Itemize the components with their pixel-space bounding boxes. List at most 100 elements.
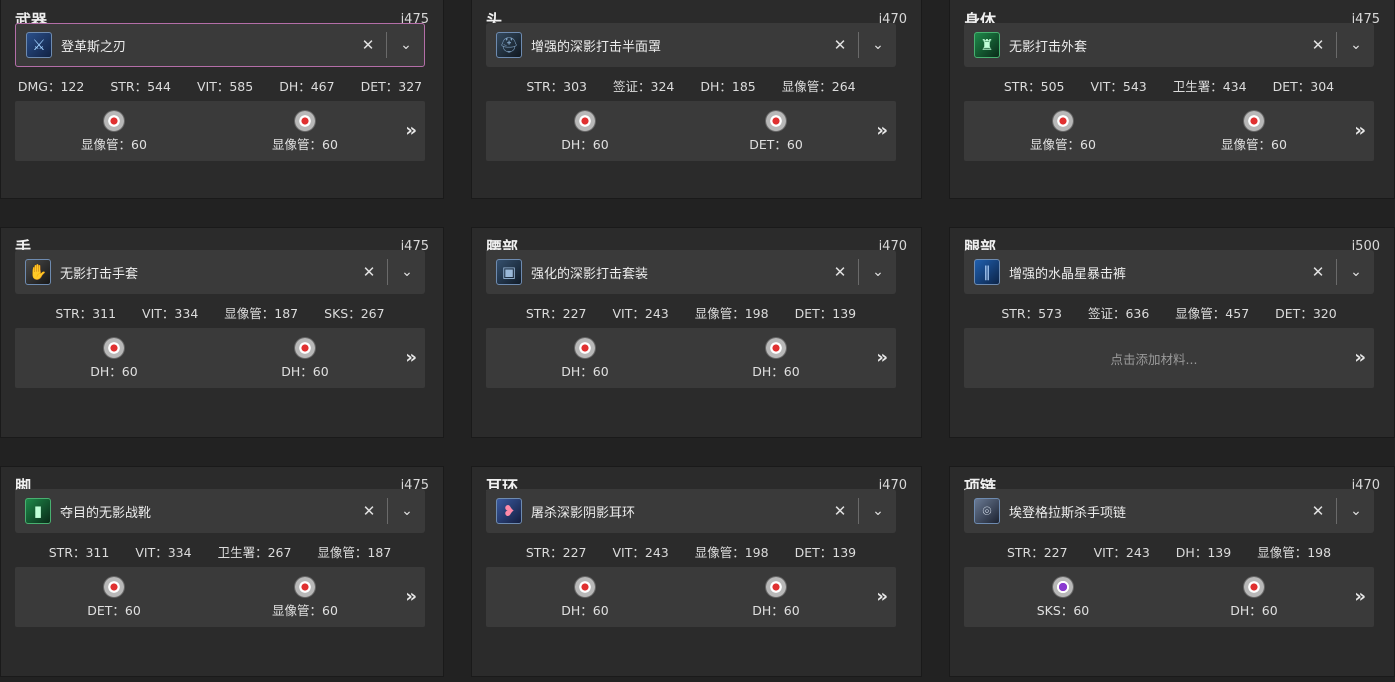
materia-red-icon	[575, 338, 595, 358]
stat-value: SKS：267	[324, 306, 385, 321]
selector-divider	[858, 498, 859, 524]
chevron-down-icon[interactable]: ⌄	[863, 37, 893, 53]
clear-item-button[interactable]: ✕	[826, 502, 854, 520]
materia-panel[interactable]: SKS：60 DH：60 »	[964, 567, 1374, 627]
materia-label: SKS：60	[1036, 603, 1090, 618]
item-name[interactable]: 屠杀深影阴影耳环	[531, 502, 826, 521]
item-stats: STR：505 VIT：543 卫生署：434 DET：304	[964, 76, 1374, 96]
clear-item-button[interactable]: ✕	[826, 263, 854, 281]
item-selector[interactable]: ♜ 无影打击外套 ✕ ⌄	[964, 23, 1374, 67]
materia-slot[interactable]: 显像管：60	[1204, 111, 1304, 153]
item-selector[interactable]: ❥ 屠杀深影阴影耳环 ✕ ⌄	[486, 489, 896, 533]
materia-slot[interactable]: DH：60	[535, 577, 635, 619]
clear-item-button[interactable]: ✕	[1304, 36, 1332, 54]
materia-slot[interactable]: 显像管：60	[255, 577, 355, 619]
materia-panel[interactable]: 显像管：60 显像管：60 »	[964, 101, 1374, 161]
materia-red-icon	[1053, 111, 1073, 131]
helmet-icon: ⛑	[496, 32, 522, 58]
item-name[interactable]: 埃登格拉斯杀手项链	[1009, 502, 1304, 521]
item-selector[interactable]: ⚔ 登革斯之刃 ✕ ⌄	[15, 23, 425, 67]
stat-value: VIT：334	[135, 545, 192, 560]
selector-divider	[1336, 259, 1337, 285]
materia-label: DH：60	[561, 364, 609, 379]
item-selector[interactable]: ∥ 增强的水晶星暴击裤 ✕ ⌄	[964, 250, 1374, 294]
expand-materia-icon[interactable]: »	[876, 586, 888, 607]
item-name[interactable]: 无影打击手套	[60, 263, 355, 282]
materia-panel[interactable]: DH：60 DH：60 »	[486, 567, 896, 627]
necklace-icon: ⌾	[974, 498, 1000, 524]
clear-item-button[interactable]: ✕	[355, 502, 383, 520]
gear-slot-card: 头 i470 ⛑ 增强的深影打击半面罩 ✕ ⌄ STR：303 签证：324 DH：185 显像管…	[471, 0, 922, 199]
materia-slot[interactable]: DET：60	[64, 577, 164, 619]
clear-item-button[interactable]: ✕	[826, 36, 854, 54]
stat-value: VIT：243	[612, 306, 669, 321]
stat-value: STR：227	[525, 545, 587, 560]
clear-item-button[interactable]: ✕	[354, 36, 382, 54]
materia-red-icon	[295, 577, 315, 597]
clear-item-button[interactable]: ✕	[1304, 502, 1332, 520]
chevron-down-icon[interactable]: ⌄	[863, 503, 893, 519]
item-stats: STR：303 签证：324 DH：185 显像管：264	[486, 76, 896, 96]
materia-slot[interactable]: 显像管：60	[1013, 111, 1113, 153]
materia-slot[interactable]: 显像管：60	[255, 111, 355, 153]
expand-materia-icon[interactable]: »	[405, 586, 417, 607]
materia-slot[interactable]: DH：60	[726, 338, 826, 380]
gear-slot-card: 腰部 i470 ▣ 强化的深影打击套装 ✕ ⌄ STR：227 VIT：243 显像管：198 D…	[471, 227, 922, 438]
item-name[interactable]: 强化的深影打击套装	[531, 263, 826, 282]
clear-item-button[interactable]: ✕	[355, 263, 383, 281]
materia-label: 显像管：60	[272, 137, 338, 152]
stat-value: DH：467	[279, 79, 335, 94]
stat-value: STR：544	[110, 79, 171, 94]
item-name[interactable]: 无影打击外套	[1009, 36, 1304, 55]
materia-label: DH：60	[752, 364, 800, 379]
materia-slot[interactable]: DH：60	[535, 111, 635, 153]
materia-panel[interactable]: 点击添加材料... »	[964, 328, 1374, 388]
materia-panel[interactable]: DH：60 DH：60 »	[486, 328, 896, 388]
expand-materia-icon[interactable]: »	[876, 347, 888, 368]
expand-materia-icon[interactable]: »	[405, 120, 417, 141]
chevron-down-icon[interactable]: ⌄	[1341, 37, 1371, 53]
item-name[interactable]: 夺目的无影战靴	[60, 502, 355, 521]
expand-materia-icon[interactable]: »	[1354, 347, 1366, 368]
chevron-down-icon[interactable]: ⌄	[391, 37, 421, 53]
item-selector[interactable]: ▣ 强化的深影打击套装 ✕ ⌄	[486, 250, 896, 294]
clear-item-button[interactable]: ✕	[1304, 263, 1332, 281]
materia-slot[interactable]: DH：60	[726, 577, 826, 619]
item-name[interactable]: 增强的深影打击半面罩	[531, 36, 826, 55]
item-selector[interactable]: ⌾ 埃登格拉斯杀手项链 ✕ ⌄	[964, 489, 1374, 533]
stat-value: STR：311	[55, 306, 117, 321]
materia-panel[interactable]: DH：60 DET：60 »	[486, 101, 896, 161]
add-materia-placeholder[interactable]: 点击添加材料...	[964, 349, 1344, 368]
materia-red-icon	[766, 338, 786, 358]
chevron-down-icon[interactable]: ⌄	[863, 264, 893, 280]
chevron-down-icon[interactable]: ⌄	[392, 503, 422, 519]
chevron-down-icon[interactable]: ⌄	[392, 264, 422, 280]
materia-slot[interactable]: DH：60	[64, 338, 164, 380]
materia-label: 显像管：60	[1030, 137, 1096, 152]
item-selector[interactable]: ✋ 无影打击手套 ✕ ⌄	[15, 250, 425, 294]
chevron-down-icon[interactable]: ⌄	[1341, 503, 1371, 519]
materia-slot[interactable]: 显像管：60	[64, 111, 164, 153]
materia-slot[interactable]: DH：60	[1204, 577, 1304, 619]
item-selector[interactable]: ⛑ 增强的深影打击半面罩 ✕ ⌄	[486, 23, 896, 67]
materia-label: DH：60	[1230, 603, 1278, 618]
item-name[interactable]: 登革斯之刃	[61, 36, 354, 55]
materia-red-icon	[104, 577, 124, 597]
item-name[interactable]: 增强的水晶星暴击裤	[1009, 263, 1304, 282]
chevron-down-icon[interactable]: ⌄	[1341, 264, 1371, 280]
materia-slot[interactable]: DH：60	[535, 338, 635, 380]
stat-value: 显像管：187	[317, 545, 392, 560]
expand-materia-icon[interactable]: »	[876, 120, 888, 141]
materia-panel[interactable]: DH：60 DH：60 »	[15, 328, 425, 388]
materia-red-icon	[295, 111, 315, 131]
materia-slot[interactable]: SKS：60	[1013, 577, 1113, 619]
expand-materia-icon[interactable]: »	[1354, 120, 1366, 141]
materia-slot[interactable]: DH：60	[255, 338, 355, 380]
item-selector[interactable]: ▮ 夺目的无影战靴 ✕ ⌄	[15, 489, 425, 533]
materia-slot[interactable]: DET：60	[726, 111, 826, 153]
materia-panel[interactable]: 显像管：60 显像管：60 »	[15, 101, 425, 161]
materia-panel[interactable]: DET：60 显像管：60 »	[15, 567, 425, 627]
expand-materia-icon[interactable]: »	[1354, 586, 1366, 607]
expand-materia-icon[interactable]: »	[405, 347, 417, 368]
item-stats: STR：311 VIT：334 显像管：187 SKS：267	[15, 303, 425, 323]
